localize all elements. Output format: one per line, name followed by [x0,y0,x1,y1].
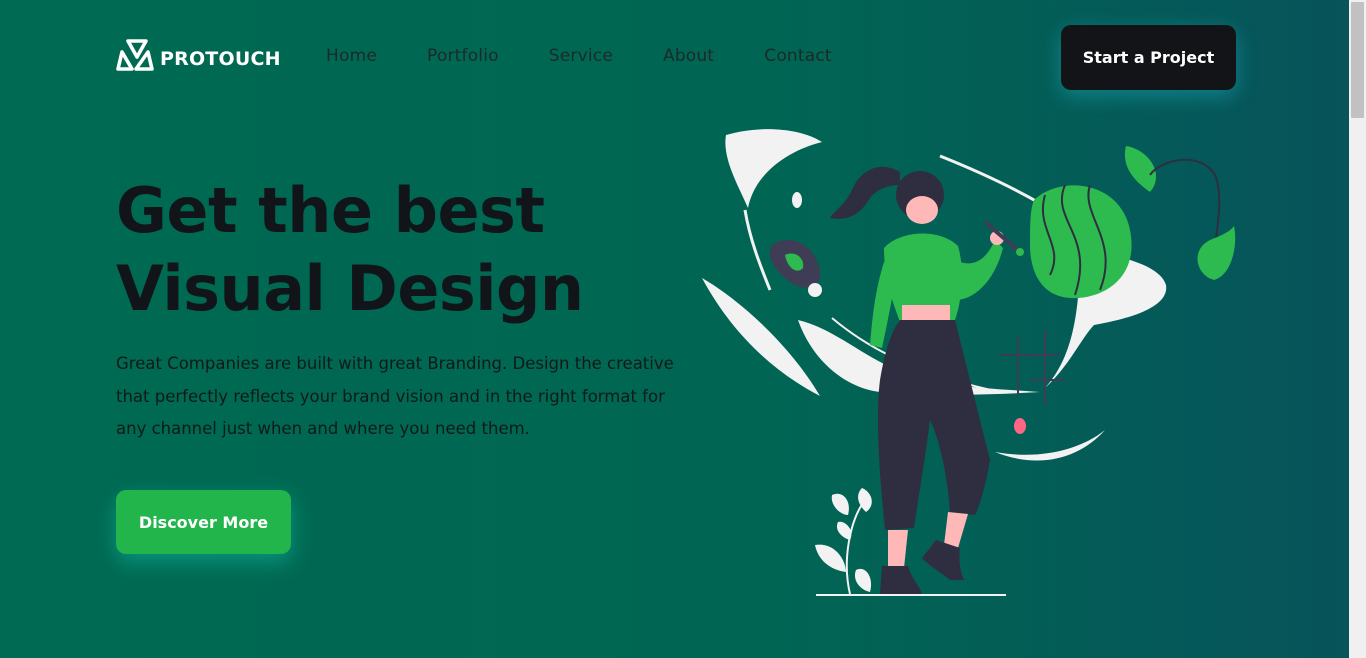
brand-logo[interactable]: PROTOUCH [116,38,281,79]
nav-service[interactable]: Service [549,46,613,66]
hero-title-line-2: Visual Design [116,252,584,325]
discover-more-button[interactable]: Discover More [116,490,291,554]
nav-portfolio[interactable]: Portfolio [427,46,499,66]
start-project-button[interactable]: Start a Project [1061,25,1236,90]
nav-contact[interactable]: Contact [764,46,832,66]
scrollbar-thumb[interactable] [1351,2,1364,118]
woman-painting-illustration [690,120,1250,610]
triangle-knot-logo-icon [116,38,154,79]
nav-about[interactable]: About [663,46,714,66]
brand-name: PROTOUCH [160,47,281,70]
hero-title: Get the best Visual Design [116,172,676,328]
nav-home[interactable]: Home [326,46,377,66]
hero-description: Great Companies are built with great Bra… [116,354,674,438]
main-nav: Home Portfolio Service About Contact [326,46,832,66]
hero-title-line-1: Get the best [116,174,545,247]
page-scrollbar[interactable] [1349,0,1366,658]
